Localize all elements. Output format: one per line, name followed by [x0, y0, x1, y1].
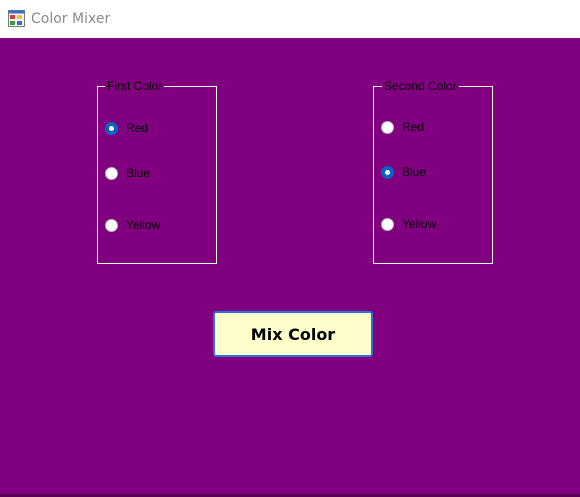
color-mixer-window: Color Mixer First Color Red Blue Yellow … [0, 0, 580, 497]
second-color-groupbox: Second Color Red Blue Yellow [373, 79, 493, 264]
second-color-radio-blue[interactable]: Blue [381, 163, 426, 181]
second-color-radio-red[interactable]: Red [381, 118, 424, 136]
radio-label: Blue [126, 166, 151, 180]
first-color-radio-yellow[interactable]: Yellow [105, 216, 160, 234]
second-color-legend: Second Color [382, 79, 459, 93]
app-window-icon [8, 10, 25, 27]
radio-checked-icon [381, 165, 394, 179]
radio-unchecked-icon [381, 120, 394, 134]
radio-unchecked-icon [381, 217, 394, 231]
radio-unchecked-icon [105, 166, 118, 180]
title-bar: Color Mixer [0, 0, 580, 38]
first-color-radio-blue[interactable]: Blue [105, 164, 150, 182]
window-title: Color Mixer [31, 11, 111, 27]
radio-checked-icon [105, 121, 118, 135]
first-color-legend: First Color [105, 79, 165, 93]
first-color-groupbox: First Color Red Blue Yellow [97, 79, 217, 264]
form-client-area: First Color Red Blue Yellow Second Color… [0, 38, 580, 497]
radio-unchecked-icon [105, 218, 118, 232]
second-color-radio-yellow[interactable]: Yellow [381, 215, 436, 233]
radio-label: Yellow [126, 218, 161, 232]
mix-color-button[interactable]: Mix Color [213, 311, 373, 357]
radio-label: Red [126, 121, 149, 135]
radio-label: Red [402, 120, 425, 134]
first-color-radio-red[interactable]: Red [105, 119, 148, 137]
radio-label: Yellow [402, 217, 437, 231]
radio-label: Blue [402, 165, 427, 179]
